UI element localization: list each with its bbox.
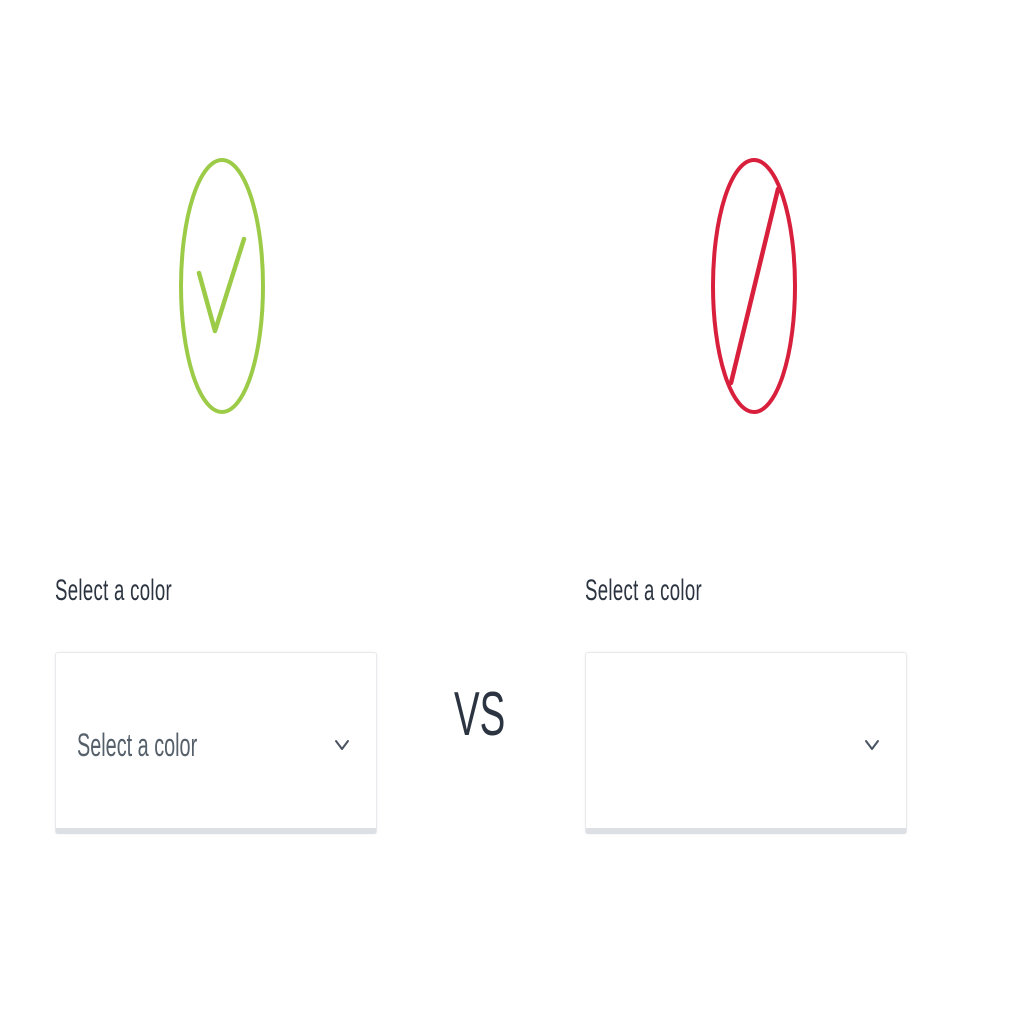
good-select-label: Select a color: [55, 574, 173, 607]
bad-select-label: Select a color: [585, 574, 703, 607]
prohibited-circle-icon: [709, 155, 799, 417]
good-color-select[interactable]: Select a color: [55, 652, 377, 834]
check-circle-icon: [177, 155, 267, 417]
vs-separator: VS: [454, 680, 506, 749]
comparison-stage: Select a color Select a color VS Select …: [0, 0, 1024, 1024]
bad-color-select[interactable]: [585, 652, 907, 834]
chevron-down-icon: [334, 738, 350, 752]
chevron-down-icon: [864, 738, 880, 752]
good-select-placeholder: Select a color: [77, 727, 198, 763]
